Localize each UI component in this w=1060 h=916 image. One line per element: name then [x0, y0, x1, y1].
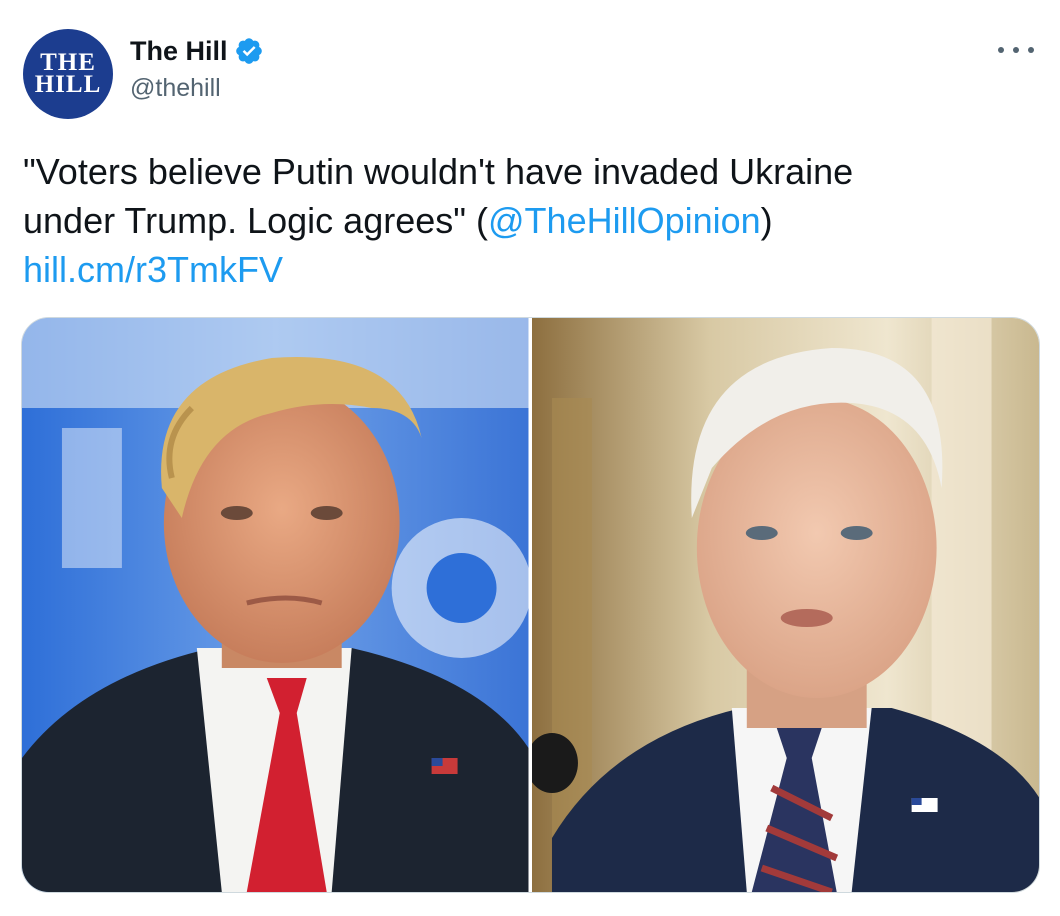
tweet-text-line-2-suffix: )	[760, 200, 773, 241]
tweet-text-line-2-prefix: under Trump. Logic agrees" (	[23, 200, 489, 241]
avatar-logo-line-2: HILL	[34, 71, 102, 98]
author-handle[interactable]: @thehill	[130, 74, 221, 103]
joe-biden-photo[interactable]	[531, 318, 1039, 892]
mention-link[interactable]: @TheHillOpinion	[488, 200, 761, 241]
tweet-text-line-2: under Trump. Logic agrees" (@TheHillOpin…	[23, 196, 1033, 245]
author-name-row: The Hill	[130, 34, 264, 68]
display-name[interactable]: The Hill	[130, 36, 228, 67]
donald-trump-photo[interactable]	[22, 318, 529, 892]
avatar[interactable]: THE HILL	[23, 29, 113, 119]
url-link[interactable]: hill.cm/r3TmkFV	[23, 245, 1033, 294]
tweet-text-line-1: "Voters believe Putin wouldn't have inva…	[23, 151, 854, 192]
more-dot	[1028, 47, 1034, 53]
tweet[interactable]: THE HILL The Hill @thehill "Voters belie…	[0, 0, 1060, 916]
more-dot	[1013, 47, 1019, 53]
trump-photo-illustration	[22, 318, 529, 892]
more-dot	[998, 47, 1004, 53]
more-horizontal-icon[interactable]	[998, 38, 1034, 62]
media-grid	[21, 317, 1040, 893]
verified-badge-icon	[235, 38, 262, 64]
tweet-text: "Voters believe Putin wouldn't have inva…	[23, 147, 1033, 294]
biden-photo-illustration	[531, 318, 1039, 892]
